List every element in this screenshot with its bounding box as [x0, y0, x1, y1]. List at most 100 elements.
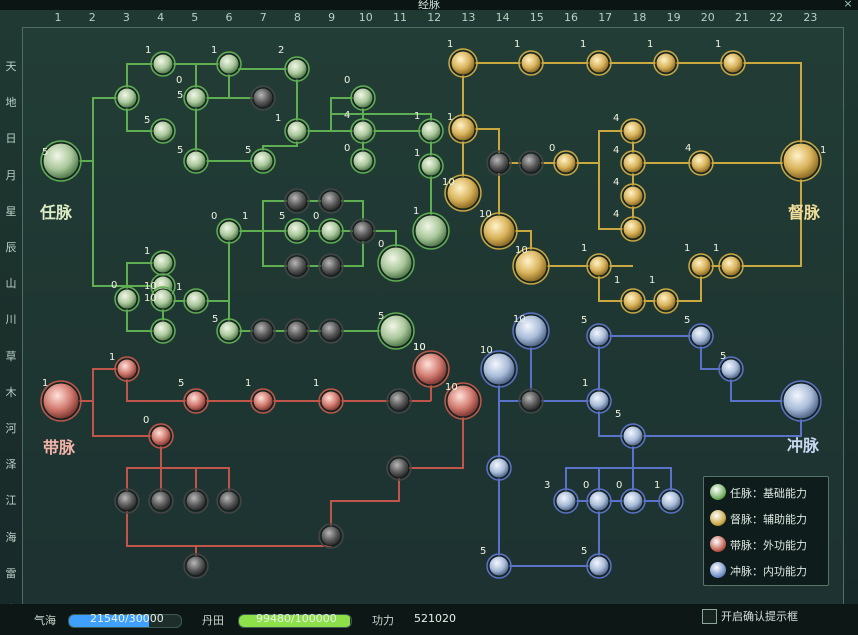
acupoint-level: 0	[313, 211, 319, 222]
acupoint-node[interactable]	[284, 253, 310, 279]
acupoint-node[interactable]	[586, 388, 612, 414]
acupoint-node[interactable]	[586, 253, 612, 279]
qihai-label: 气海	[34, 614, 56, 627]
acupoint-node[interactable]	[412, 350, 450, 388]
acupoint-node[interactable]	[114, 488, 140, 514]
acupoint-level: 4	[613, 145, 619, 156]
acupoint-node[interactable]	[250, 148, 276, 174]
acupoint-node[interactable]	[386, 455, 412, 481]
acupoint-node[interactable]	[688, 253, 714, 279]
acupoint-node[interactable]	[350, 85, 376, 111]
acupoint-node[interactable]	[688, 323, 714, 349]
column-label: 5	[191, 11, 199, 24]
acupoint-node[interactable]	[318, 318, 344, 344]
acupoint-node[interactable]	[586, 50, 612, 76]
acupoint-node[interactable]	[183, 85, 209, 111]
meridian-root-node[interactable]	[780, 140, 822, 182]
acupoint-node[interactable]	[553, 150, 579, 176]
acupoint-node[interactable]	[620, 150, 646, 176]
acupoint-node[interactable]	[718, 253, 744, 279]
acupoint-node[interactable]	[284, 188, 310, 214]
row-label: 江	[5, 494, 17, 508]
acupoint-node[interactable]	[620, 118, 646, 144]
acupoint-node[interactable]	[183, 148, 209, 174]
acupoint-node[interactable]	[386, 388, 412, 414]
acupoint-node[interactable]	[284, 318, 310, 344]
acupoint-icon	[660, 490, 682, 512]
acupoint-node[interactable]	[216, 318, 242, 344]
acupoint-node[interactable]	[250, 388, 276, 414]
acupoint-node[interactable]	[688, 150, 714, 176]
acupoint-node[interactable]	[658, 488, 684, 514]
acupoint-node[interactable]	[518, 150, 544, 176]
acupoint-node[interactable]	[412, 212, 450, 250]
acupoint-node[interactable]	[148, 423, 174, 449]
acupoint-node[interactable]	[518, 50, 544, 76]
acupoint-node[interactable]	[250, 318, 276, 344]
acupoint-node[interactable]	[114, 356, 140, 382]
acupoint-node[interactable]	[653, 50, 679, 76]
acupoint-node[interactable]	[448, 48, 478, 78]
acupoint-icon	[252, 87, 274, 109]
acupoint-node[interactable]	[318, 388, 344, 414]
acupoint-node[interactable]	[114, 85, 140, 111]
acupoint-node[interactable]	[480, 350, 518, 388]
acupoint-node[interactable]	[620, 288, 646, 314]
acupoint-node[interactable]	[377, 244, 415, 282]
acupoint-node[interactable]	[620, 423, 646, 449]
acupoint-node[interactable]	[350, 148, 376, 174]
acupoint-node[interactable]	[150, 250, 176, 276]
acupoint-node[interactable]	[148, 488, 174, 514]
acupoint-node[interactable]	[350, 218, 376, 244]
acupoint-node[interactable]	[183, 388, 209, 414]
acupoint-node[interactable]	[150, 51, 176, 77]
confirm-checkbox[interactable]	[702, 609, 717, 624]
acupoint-node[interactable]	[418, 118, 444, 144]
acupoint-icon	[152, 252, 174, 274]
acupoint-node[interactable]	[318, 218, 344, 244]
acupoint-node[interactable]	[183, 288, 209, 314]
acupoint-node[interactable]	[216, 218, 242, 244]
close-icon[interactable]: ×	[842, 0, 854, 10]
acupoint-node[interactable]	[518, 388, 544, 414]
du-icon	[710, 510, 726, 526]
acupoint-node[interactable]	[486, 150, 512, 176]
acupoint-icon	[252, 390, 274, 412]
acupoint-node[interactable]	[586, 553, 612, 579]
meridian-line	[92, 161, 128, 299]
acupoint-node[interactable]	[486, 455, 512, 481]
acupoint-node[interactable]	[653, 288, 679, 314]
acupoint-node[interactable]	[620, 216, 646, 242]
acupoint-node[interactable]	[284, 218, 310, 244]
chong-label: 冲脉	[787, 436, 820, 455]
acupoint-node[interactable]	[183, 488, 209, 514]
row-label: 山	[5, 277, 17, 291]
acupoint-node[interactable]	[250, 85, 276, 111]
acupoint-node[interactable]	[216, 51, 242, 77]
acupoint-node[interactable]	[586, 323, 612, 349]
acupoint-node[interactable]	[586, 488, 612, 514]
acupoint-level: 0	[111, 280, 117, 291]
acupoint-node[interactable]	[486, 553, 512, 579]
acupoint-node[interactable]	[284, 56, 310, 82]
acupoint-node[interactable]	[150, 318, 176, 344]
acupoint-node[interactable]	[114, 286, 140, 312]
acupoint-node[interactable]	[318, 188, 344, 214]
column-header: 1 2 3 4 5 6 7 8 9 10 11 12 13 14 15 16 17 18 19 20 21 22 23	[0, 10, 858, 26]
acupoint-node[interactable]	[318, 523, 344, 549]
dai-label: 带脉	[43, 438, 76, 457]
acupoint-node[interactable]	[620, 183, 646, 209]
acupoint-node[interactable]	[418, 153, 444, 179]
acupoint-node[interactable]	[150, 118, 176, 144]
acupoint-icon	[720, 255, 742, 277]
acupoint-node[interactable]	[318, 253, 344, 279]
acupoint-node[interactable]	[183, 553, 209, 579]
acupoint-node[interactable]	[720, 50, 746, 76]
acupoint-node[interactable]	[553, 488, 579, 514]
acupoint-node[interactable]	[350, 118, 376, 144]
acupoint-level: 10	[445, 382, 458, 393]
acupoint-node[interactable]	[284, 118, 310, 144]
meridian-root-node[interactable]	[780, 380, 822, 422]
acupoint-node[interactable]	[620, 488, 646, 514]
acupoint-node[interactable]	[216, 488, 242, 514]
